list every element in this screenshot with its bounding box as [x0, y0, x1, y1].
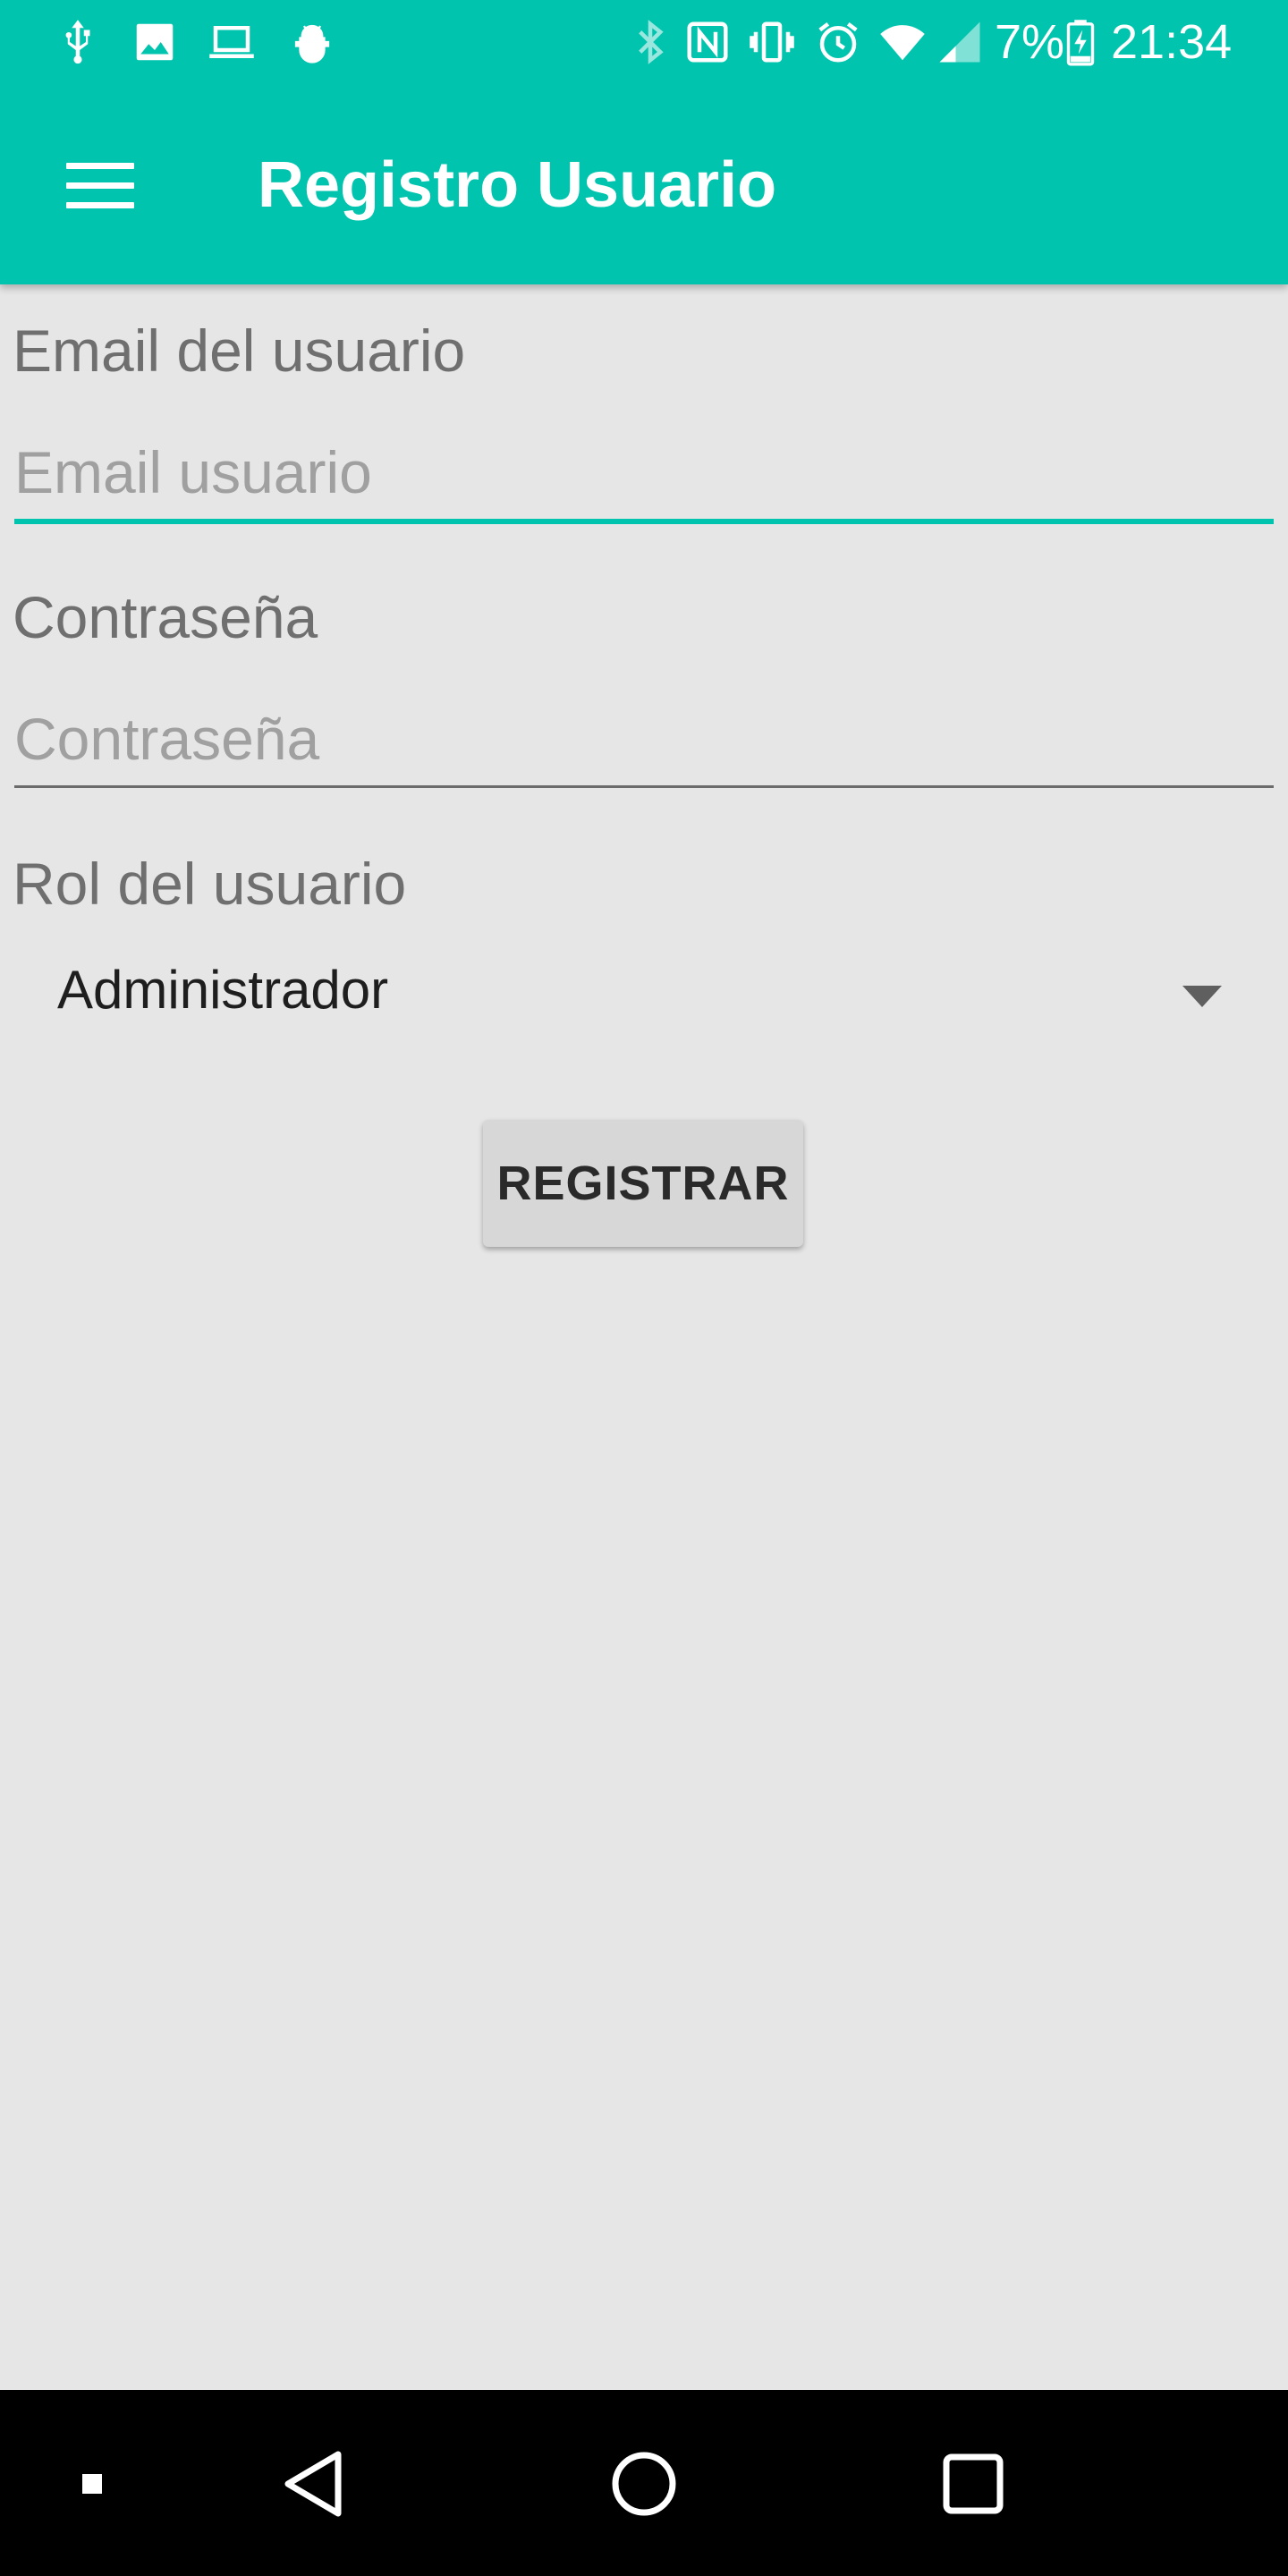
laptop-icon — [208, 18, 256, 66]
android-debug-icon — [288, 18, 336, 66]
register-button[interactable]: REGISTRAR — [483, 1120, 803, 1247]
cell-signal-icon — [936, 18, 984, 66]
home-icon[interactable] — [586, 2426, 702, 2542]
role-select[interactable]: Administrador — [0, 948, 1288, 1046]
wifi-icon — [878, 18, 927, 66]
clock-time: 21:34 — [1111, 15, 1233, 69]
vibrate-icon — [748, 18, 796, 66]
email-label: Email del usuario — [13, 318, 466, 384]
image-icon — [131, 18, 179, 66]
email-underline — [14, 519, 1274, 524]
email-field[interactable] — [14, 429, 1274, 515]
bluetooth-icon — [626, 18, 674, 66]
navigation-bar — [0, 2390, 1288, 2576]
page-title: Registro Usuario — [258, 149, 777, 221]
app-bar: Registro Usuario — [0, 86, 1288, 284]
role-label: Rol del usuario — [13, 851, 407, 917]
top-bar: 7% 21:34 Registro Usuario — [0, 0, 1288, 284]
back-icon[interactable] — [256, 2426, 372, 2542]
status-bar: 7% 21:34 — [0, 0, 1288, 86]
password-underline — [14, 785, 1274, 788]
alarm-icon — [814, 18, 862, 66]
battery-charging-icon — [1063, 18, 1098, 66]
dot-icon[interactable] — [34, 2426, 150, 2542]
usb-icon — [54, 18, 102, 66]
dropdown-arrow-icon — [1182, 986, 1222, 1007]
recents-icon[interactable] — [915, 2426, 1031, 2542]
battery-percent: 7% — [995, 15, 1065, 69]
role-selected-value: Administrador — [57, 960, 389, 1020]
hamburger-menu-icon[interactable] — [47, 138, 154, 236]
password-label: Contraseña — [13, 584, 318, 650]
nfc-icon — [683, 18, 732, 66]
password-field[interactable] — [14, 696, 1274, 782]
